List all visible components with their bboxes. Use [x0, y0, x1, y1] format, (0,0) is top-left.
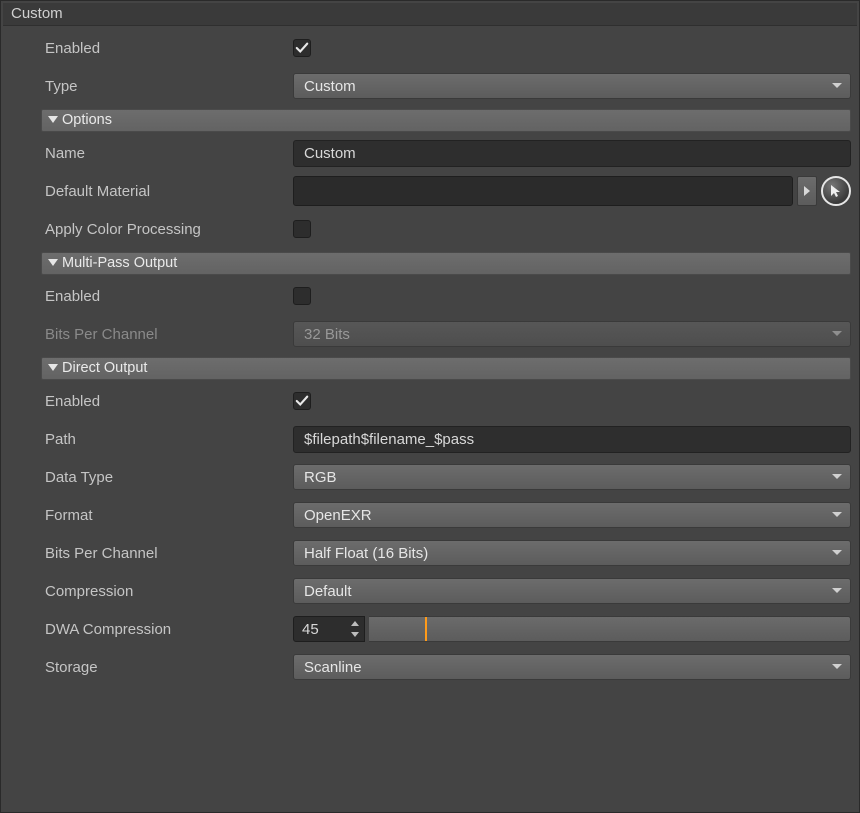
storage-value: Scanline [304, 659, 362, 676]
direct-header-label: Direct Output [62, 360, 147, 376]
chevron-down-icon [832, 512, 842, 518]
do-bits-label: Bits Per Channel [45, 545, 293, 562]
chevron-down-icon [832, 588, 842, 594]
name-value: Custom [304, 145, 356, 162]
dwa-number-input[interactable]: 45 [293, 616, 365, 642]
do-enabled-label: Enabled [45, 393, 293, 410]
format-value: OpenEXR [304, 507, 372, 524]
mp-bits-label: Bits Per Channel [45, 326, 293, 343]
triangle-down-icon [48, 116, 58, 124]
name-input[interactable]: Custom [293, 140, 851, 167]
name-label: Name [45, 145, 293, 162]
datatype-label: Data Type [45, 469, 293, 486]
triangle-up-icon [351, 621, 359, 626]
spin-down-button[interactable] [349, 630, 361, 639]
chevron-down-icon [832, 474, 842, 480]
triangle-down-icon [48, 259, 58, 267]
path-value: $filepath$filename_$pass [304, 431, 474, 448]
default-material-field[interactable] [293, 176, 793, 206]
dwa-label: DWA Compression [45, 621, 293, 638]
type-label: Type [45, 78, 293, 95]
compression-value: Default [304, 583, 352, 600]
options-header-label: Options [62, 112, 112, 128]
chevron-down-icon [832, 331, 842, 337]
format-dropdown[interactable]: OpenEXR [293, 502, 851, 528]
check-icon [295, 41, 309, 55]
mp-enabled-checkbox[interactable] [293, 287, 311, 305]
storage-dropdown[interactable]: Scanline [293, 654, 851, 680]
triangle-down-icon [48, 364, 58, 372]
triangle-down-icon [351, 632, 359, 637]
spin-up-button[interactable] [349, 619, 361, 628]
datatype-dropdown[interactable]: RGB [293, 464, 851, 490]
panel-title: Custom [3, 3, 857, 26]
default-material-label: Default Material [45, 183, 293, 200]
material-picker-button[interactable] [821, 176, 851, 206]
chevron-down-icon [832, 550, 842, 556]
direct-section-header[interactable]: Direct Output [41, 357, 851, 380]
path-input[interactable]: $filepath$filename_$pass [293, 426, 851, 453]
chevron-down-icon [832, 83, 842, 89]
do-bits-value: Half Float (16 Bits) [304, 545, 428, 562]
format-label: Format [45, 507, 293, 524]
do-bits-dropdown[interactable]: Half Float (16 Bits) [293, 540, 851, 566]
path-label: Path [45, 431, 293, 448]
enabled-checkbox[interactable] [293, 39, 311, 57]
apply-color-checkbox[interactable] [293, 220, 311, 238]
compression-dropdown[interactable]: Default [293, 578, 851, 604]
enabled-label: Enabled [45, 40, 293, 57]
triangle-right-icon [803, 186, 811, 196]
options-section-header[interactable]: Options [41, 109, 851, 132]
dwa-slider[interactable] [369, 616, 851, 642]
check-icon [295, 394, 309, 408]
mp-bits-value: 32 Bits [304, 326, 350, 343]
dwa-value: 45 [302, 621, 319, 638]
multipass-section-header[interactable]: Multi-Pass Output [41, 252, 851, 275]
dwa-slider-fill [369, 617, 427, 641]
datatype-value: RGB [304, 469, 337, 486]
cursor-icon [828, 183, 844, 199]
material-browse-button[interactable] [797, 176, 817, 206]
chevron-down-icon [832, 664, 842, 670]
type-value: Custom [304, 78, 356, 95]
storage-label: Storage [45, 659, 293, 676]
compression-label: Compression [45, 583, 293, 600]
mp-bits-dropdown: 32 Bits [293, 321, 851, 347]
multipass-header-label: Multi-Pass Output [62, 255, 177, 271]
type-dropdown[interactable]: Custom [293, 73, 851, 99]
do-enabled-checkbox[interactable] [293, 392, 311, 410]
mp-enabled-label: Enabled [45, 288, 293, 305]
apply-color-label: Apply Color Processing [45, 221, 293, 238]
